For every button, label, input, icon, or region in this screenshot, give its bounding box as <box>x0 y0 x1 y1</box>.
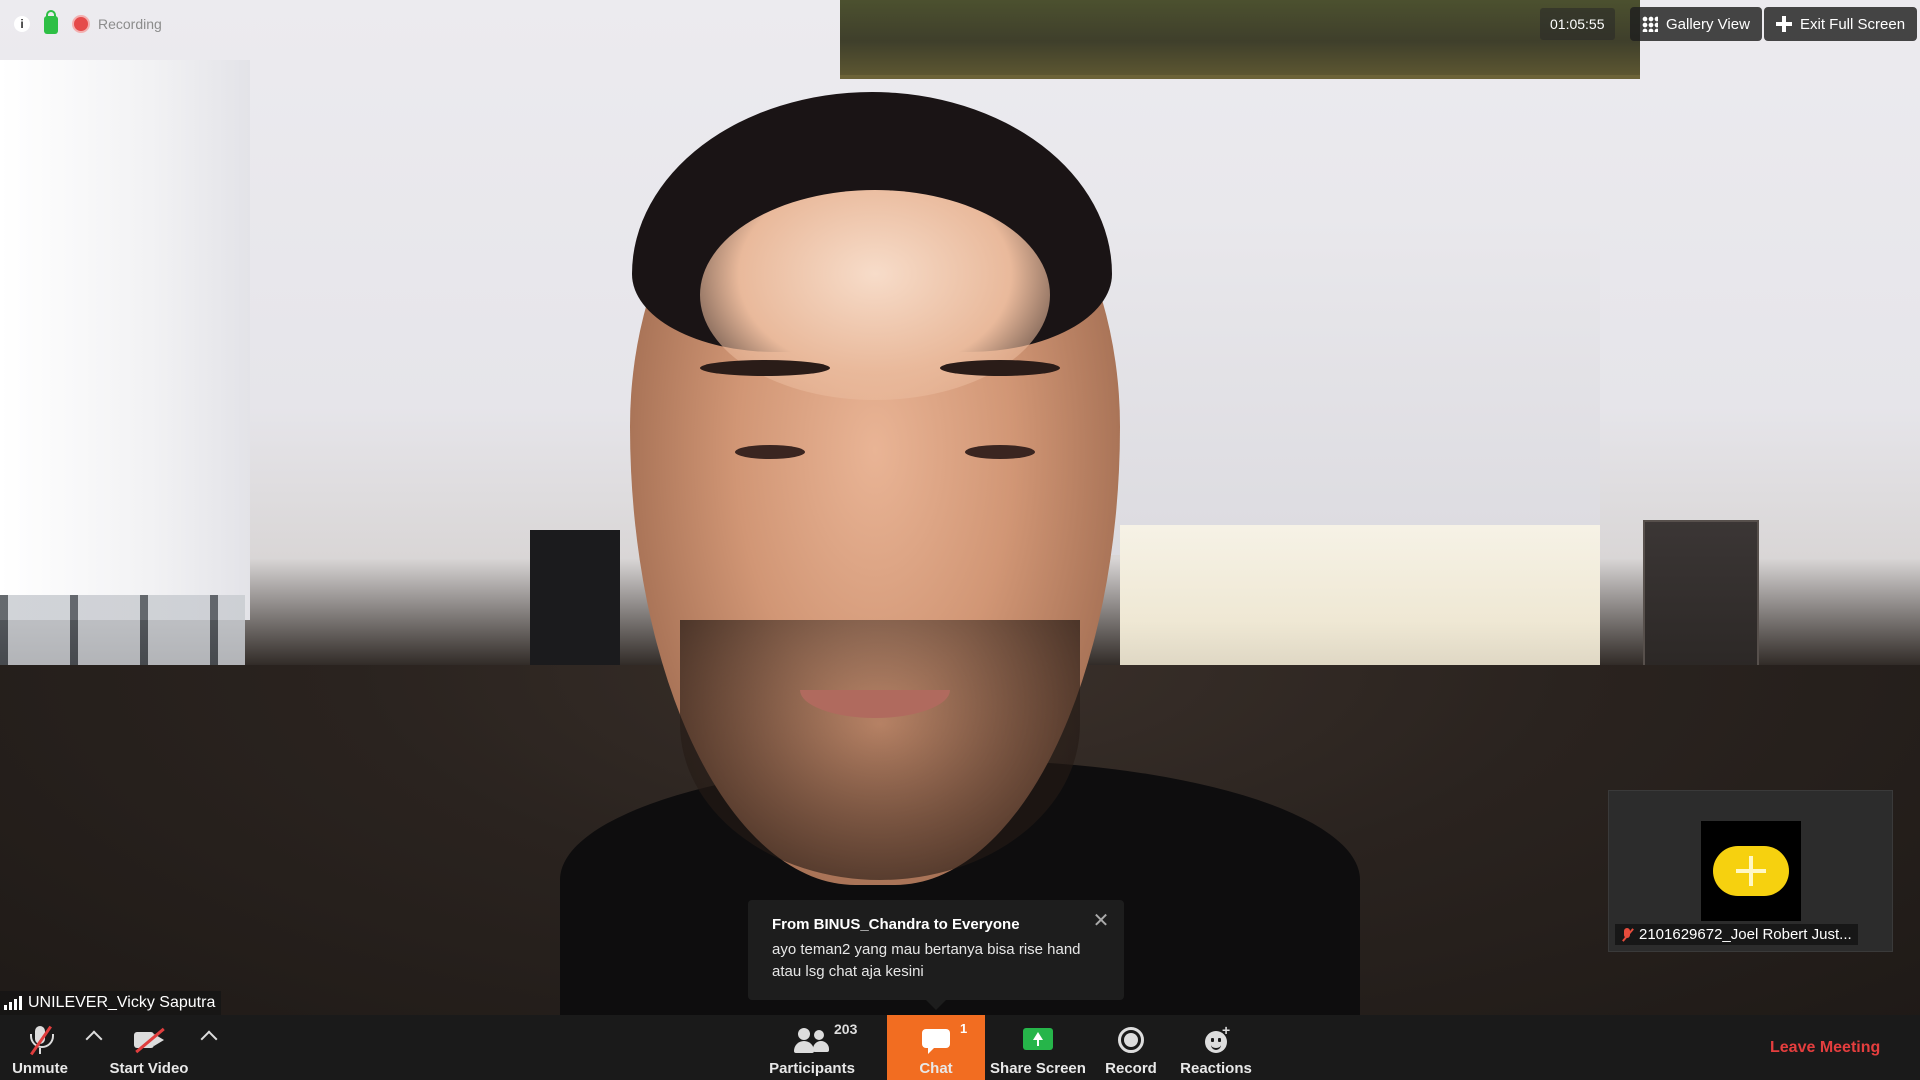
recording-label: Recording <box>98 16 162 32</box>
start-video-label: Start Video <box>109 1060 189 1077</box>
record-label: Record <box>1105 1060 1157 1077</box>
person-left-brow <box>700 360 830 376</box>
video-off-icon <box>132 1024 166 1056</box>
record-button[interactable]: Record <box>1098 1015 1164 1080</box>
meeting-status-group: i Recording <box>14 10 162 34</box>
unmute-button[interactable]: Unmute <box>6 1015 74 1080</box>
recording-dot-icon <box>72 15 90 33</box>
self-view-name: 2101629672_Joel Robert Just... <box>1639 926 1852 943</box>
participants-button[interactable]: 203 Participants <box>766 1015 858 1080</box>
participants-count: 203 <box>834 1021 858 1037</box>
exit-full-screen-button[interactable]: Exit Full Screen <box>1764 7 1918 41</box>
reactions-button[interactable]: + Reactions <box>1176 1015 1256 1080</box>
chat-button[interactable]: 1 Chat <box>887 1015 985 1080</box>
background-oven <box>1643 520 1759 689</box>
audio-options-chevron-icon[interactable] <box>85 1030 103 1048</box>
exit-fullscreen-icon <box>1776 16 1792 32</box>
participants-icon <box>794 1024 830 1056</box>
self-view-name-tag: 2101629672_Joel Robert Just... <box>1615 924 1858 945</box>
background-painting <box>840 0 1640 79</box>
chat-label: Chat <box>919 1060 953 1077</box>
recording-indicator: Recording <box>72 15 162 33</box>
avatar <box>1713 846 1789 896</box>
background-dark-cabinet <box>530 530 620 680</box>
chat-bubble-icon <box>920 1024 952 1056</box>
share-screen-icon <box>1022 1024 1054 1056</box>
reactions-icon: + <box>1200 1023 1232 1056</box>
video-options-chevron-icon[interactable] <box>200 1030 218 1048</box>
close-icon[interactable]: ✕ <box>1092 911 1110 931</box>
gallery-view-label: Gallery View <box>1666 15 1750 33</box>
info-icon[interactable]: i <box>14 16 30 32</box>
unmute-label: Unmute <box>12 1060 68 1077</box>
background-counter <box>1120 525 1600 685</box>
share-screen-label: Share Screen <box>990 1060 1086 1077</box>
gallery-view-button[interactable]: Gallery View <box>1630 7 1762 41</box>
start-video-button[interactable]: Start Video <box>108 1015 190 1080</box>
person-right-brow <box>940 360 1060 376</box>
encryption-lock-icon[interactable] <box>44 10 58 34</box>
leave-meeting-button[interactable]: Leave Meeting <box>1770 1035 1880 1061</box>
active-speaker-name: UNILEVER_Vicky Saputra <box>28 994 216 1011</box>
background-window <box>0 60 250 620</box>
signal-strength-icon <box>4 996 22 1010</box>
self-view-tile[interactable]: 2101629672_Joel Robert Just... <box>1608 790 1893 952</box>
active-speaker-name-tag: UNILEVER_Vicky Saputra <box>0 991 222 1015</box>
self-view-thumbnail <box>1701 821 1801 921</box>
exit-full-screen-label: Exit Full Screen <box>1800 15 1906 33</box>
meeting-toolbar: Unmute Start Video 203 Participants 1 Ch… <box>0 1015 1920 1080</box>
mic-muted-icon <box>24 1024 56 1056</box>
person-right-eye <box>965 445 1035 459</box>
share-screen-button[interactable]: Share Screen <box>990 1015 1086 1080</box>
person-left-eye <box>735 445 805 459</box>
meeting-timer: 01:05:55 <box>1540 8 1615 40</box>
participants-label: Participants <box>769 1060 855 1077</box>
grid-icon <box>1642 16 1658 32</box>
chat-unread-badge: 1 <box>960 1021 968 1036</box>
record-icon <box>1118 1027 1144 1053</box>
mic-muted-icon <box>1621 927 1633 942</box>
reactions-label: Reactions <box>1180 1060 1252 1077</box>
background-cabinets <box>1080 215 1600 555</box>
chat-notification[interactable]: From BINUS_Chandra to Everyone ayo teman… <box>748 900 1124 1010</box>
chat-notification-title: From BINUS_Chandra to Everyone <box>772 916 1020 933</box>
chat-notification-message: ayo teman2 yang mau bertanya bisa rise h… <box>772 941 1081 980</box>
